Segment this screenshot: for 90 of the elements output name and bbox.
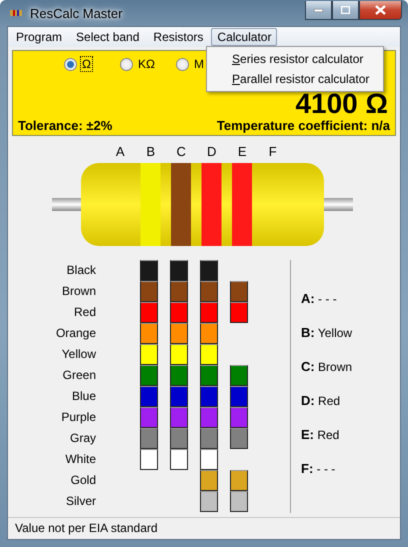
color-swatch[interactable] — [170, 365, 188, 386]
radio-button[interactable] — [64, 58, 77, 70]
color-swatch[interactable] — [230, 281, 248, 302]
temperature-coefficient-text: Temperature coefficient: n/a — [216, 118, 390, 133]
color-name: Black — [66, 262, 96, 279]
color-swatch[interactable] — [170, 386, 188, 407]
color-swatch[interactable] — [140, 428, 158, 449]
color-swatch[interactable] — [140, 386, 158, 407]
lead-wire — [323, 198, 353, 211]
color-swatch[interactable] — [200, 323, 218, 344]
band-readout: D: Red — [301, 392, 342, 410]
color-swatch[interactable] — [140, 365, 158, 386]
color-swatch[interactable] — [140, 323, 158, 344]
color-swatch[interactable] — [140, 407, 158, 428]
color-swatch[interactable] — [170, 260, 188, 281]
color-swatch[interactable] — [230, 302, 248, 323]
tolerance-text: Tolerance: ±2% — [18, 118, 112, 133]
color-swatch[interactable] — [200, 386, 218, 407]
color-swatch[interactable] — [140, 260, 158, 281]
color-swatch[interactable] — [200, 365, 218, 386]
color-swatch[interactable] — [200, 491, 218, 512]
color-swatch[interactable] — [200, 302, 218, 323]
color-name: Brown — [60, 283, 96, 300]
band-letter: F — [268, 144, 278, 160]
color-name: Red — [72, 304, 96, 321]
unit-label: KΩ — [137, 57, 156, 71]
color-swatch[interactable] — [170, 344, 188, 365]
window-title: ResCalc Master — [30, 6, 124, 20]
color-name: Gold — [70, 472, 96, 489]
band-letter: C — [176, 144, 187, 160]
menu-item[interactable]: Select band — [70, 28, 146, 46]
color-name: Blue — [70, 388, 96, 405]
color-swatch[interactable] — [200, 407, 218, 428]
menu-option[interactable]: Parallel resistor calculator — [209, 69, 381, 89]
menu-item[interactable]: Program — [10, 28, 68, 46]
band-letter: B — [145, 144, 156, 160]
color-swatch[interactable] — [200, 428, 218, 449]
minimize-button[interactable] — [305, 1, 332, 20]
band-letter: D — [206, 144, 218, 160]
color-name: Gray — [68, 430, 96, 447]
radio-button[interactable] — [176, 58, 189, 70]
maximize-icon — [341, 6, 350, 14]
color-swatch[interactable] — [200, 470, 218, 491]
band-letter: E — [236, 144, 248, 160]
unit-label: M — [193, 57, 205, 71]
app-icon — [10, 10, 22, 16]
color-swatch[interactable] — [230, 491, 248, 512]
band-readout: E: Red — [301, 426, 340, 444]
color-swatch[interactable] — [170, 302, 188, 323]
color-swatch[interactable] — [140, 344, 158, 365]
color-name: Purple — [60, 409, 96, 426]
band-readout: C: Brown — [301, 358, 352, 376]
color-name: Orange — [54, 325, 96, 342]
color-name: White — [64, 451, 96, 468]
color-name: Yellow — [60, 346, 96, 363]
lead-wire — [52, 198, 82, 211]
color-swatch[interactable] — [170, 323, 188, 344]
menu-item[interactable]: Resistors — [147, 28, 210, 46]
close-icon — [375, 5, 386, 15]
color-swatch[interactable] — [230, 386, 248, 407]
resistance-value: 4100 Ω — [295, 90, 389, 118]
color-name: Green — [62, 367, 96, 384]
color-swatch[interactable] — [140, 302, 158, 323]
color-swatch[interactable] — [140, 281, 158, 302]
color-swatch[interactable] — [200, 260, 218, 281]
band-readout: A: - - - — [301, 290, 338, 308]
color-name: Silver — [64, 493, 96, 510]
menu-option[interactable]: Series resistor calculator — [209, 49, 381, 69]
color-swatch[interactable] — [140, 449, 158, 470]
color-swatch[interactable] — [230, 470, 248, 491]
color-swatch[interactable] — [230, 407, 248, 428]
color-swatch[interactable] — [230, 365, 248, 386]
menu-item[interactable]: Calculator — [211, 28, 278, 46]
band-letter: A — [114, 144, 126, 160]
status-bar: Value not per EIA standard — [8, 517, 400, 539]
color-swatch[interactable] — [170, 281, 188, 302]
band-readout: F: - - - — [301, 460, 336, 478]
maximize-button[interactable] — [332, 1, 359, 20]
color-swatch[interactable] — [200, 344, 218, 365]
close-button[interactable] — [359, 1, 402, 20]
color-swatch[interactable] — [170, 407, 188, 428]
band-readout: B: Yellow — [301, 324, 352, 342]
unit-label: Ω — [81, 57, 92, 71]
radio-button[interactable] — [120, 58, 133, 70]
color-swatch[interactable] — [200, 281, 218, 302]
minimize-icon — [314, 8, 323, 12]
color-swatch[interactable] — [170, 428, 188, 449]
color-swatch[interactable] — [230, 428, 248, 449]
color-swatch[interactable] — [200, 449, 218, 470]
color-swatch[interactable] — [170, 449, 188, 470]
